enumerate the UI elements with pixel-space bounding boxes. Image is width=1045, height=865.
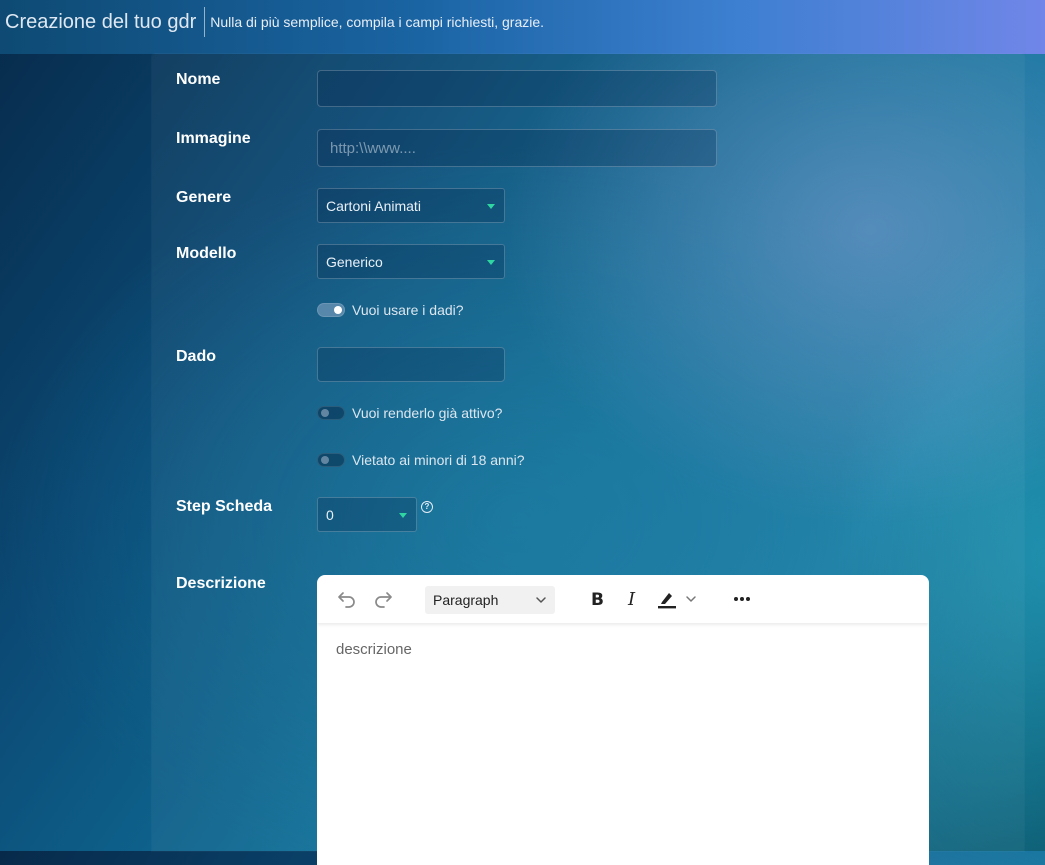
editor-placeholder: descrizione	[336, 641, 412, 658]
editor-toolbar: Paragraph B I	[317, 575, 929, 623]
paragraph-format-select[interactable]: Paragraph	[425, 586, 555, 614]
step-scheda-selected-value: 0	[326, 506, 334, 523]
modello-label: Modello	[176, 245, 237, 262]
usa-dadi-label: Vuoi usare i dadi?	[352, 302, 464, 318]
vietato-row: Vietato ai minori di 18 anni?	[317, 452, 525, 468]
genere-label: Genere	[176, 189, 232, 206]
svg-text:I: I	[627, 590, 636, 608]
vietato-label: Vietato ai minori di 18 anni?	[352, 452, 525, 468]
page-title: Creazione del tuo gdr	[5, 7, 206, 37]
attivo-toggle[interactable]	[317, 406, 345, 420]
attivo-row: Vuoi renderlo già attivo?	[317, 405, 502, 421]
dropdown-caret-icon	[487, 203, 495, 209]
dropdown-caret-icon	[487, 259, 495, 265]
immagine-label: Immagine	[176, 130, 251, 147]
usa-dadi-row: Vuoi usare i dadi?	[317, 302, 464, 318]
chevron-down-icon	[535, 593, 547, 609]
dado-input[interactable]	[317, 347, 505, 382]
step-scheda-label: Step Scheda	[176, 498, 273, 515]
help-icon[interactable]: ?	[421, 501, 433, 513]
step-scheda-select[interactable]: 0	[317, 497, 417, 532]
genere-select[interactable]: Cartoni Animati	[317, 188, 505, 223]
svg-text:B: B	[591, 590, 604, 608]
immagine-input[interactable]	[317, 129, 717, 167]
descrizione-label: Descrizione	[176, 575, 266, 592]
dropdown-caret-icon	[399, 512, 407, 518]
genere-selected-value: Cartoni Animati	[326, 197, 421, 214]
dado-label: Dado	[176, 348, 216, 365]
more-icon[interactable]	[730, 575, 754, 623]
redo-icon[interactable]	[371, 575, 395, 623]
modello-select[interactable]: Generico	[317, 244, 505, 279]
page-header: Creazione del tuo gdr Nulla di più sempl…	[0, 0, 544, 44]
rich-text-editor: Paragraph B I descrizione	[317, 575, 929, 865]
nome-input[interactable]	[317, 70, 717, 107]
paragraph-format-label: Paragraph	[433, 592, 499, 608]
page-subtitle: Nulla di più semplice, compila i campi r…	[210, 14, 545, 30]
highlight-icon[interactable]	[653, 575, 681, 623]
chevron-down-icon[interactable]	[683, 575, 699, 623]
modello-selected-value: Generico	[326, 253, 383, 270]
italic-icon[interactable]: I	[620, 575, 644, 623]
usa-dadi-toggle[interactable]	[317, 303, 345, 317]
bold-icon[interactable]: B	[585, 575, 609, 623]
attivo-label: Vuoi renderlo già attivo?	[352, 405, 503, 421]
nome-label: Nome	[176, 71, 221, 88]
undo-icon[interactable]	[335, 575, 359, 623]
editor-content[interactable]: descrizione	[317, 623, 929, 676]
vietato-toggle[interactable]	[317, 453, 345, 467]
